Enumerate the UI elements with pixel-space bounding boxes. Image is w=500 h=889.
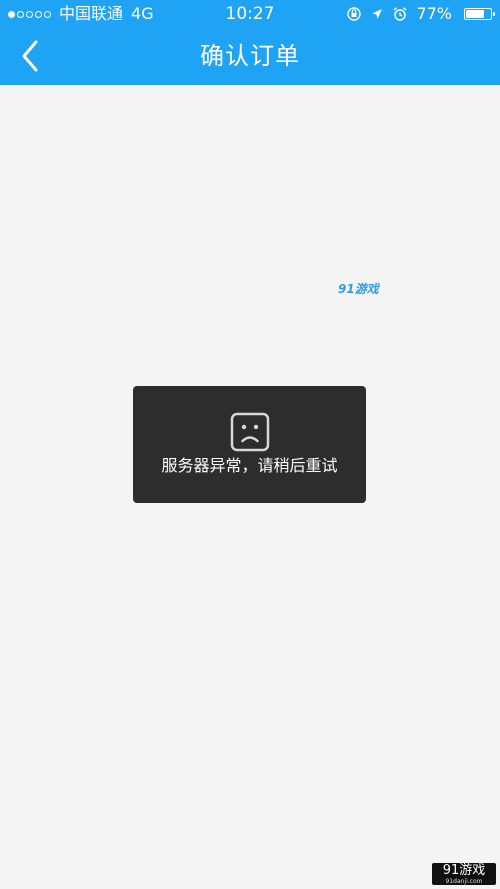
battery-level bbox=[466, 10, 484, 18]
corner-watermark: 91游戏 91danji.com bbox=[432, 863, 496, 885]
rotation-lock-icon bbox=[347, 7, 362, 21]
toast-message: 服务器异常，请稍后重试 bbox=[161, 456, 338, 475]
sad-face-icon bbox=[230, 412, 270, 452]
battery-icon bbox=[464, 8, 495, 20]
nav-bar: 确认订单 bbox=[0, 28, 500, 85]
location-arrow-icon bbox=[372, 9, 383, 19]
page-title: 确认订单 bbox=[200, 42, 300, 70]
top-bar: 中国联通 4G 10:27 77% 确认订单 bbox=[0, 0, 500, 85]
corner-logo-text: 91游戏 bbox=[442, 863, 486, 878]
status-bar: 中国联通 4G 10:27 77% bbox=[0, 0, 500, 28]
status-right: 77% bbox=[346, 0, 495, 28]
corner-logo-url: 91danji.com bbox=[445, 878, 483, 885]
error-toast: 服务器异常，请稍后重试 bbox=[133, 386, 366, 503]
alarm-clock-icon bbox=[393, 7, 407, 21]
watermark-logo: 91游戏 bbox=[338, 282, 379, 296]
battery-percent: 77% bbox=[416, 4, 452, 23]
